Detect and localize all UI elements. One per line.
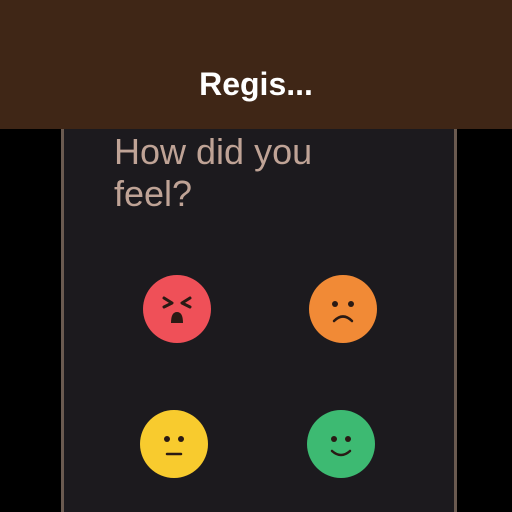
survey-question: How did you feel? xyxy=(114,131,313,214)
mood-survey-card: How did you feel? xyxy=(61,129,457,512)
happy-face-icon xyxy=(307,410,375,478)
mood-option-happy[interactable] xyxy=(306,409,376,479)
app-bar: Regis... xyxy=(0,0,512,129)
angry-face-icon xyxy=(143,275,211,343)
app-bar-title: Regis... xyxy=(199,66,313,102)
neutral-face-icon xyxy=(140,410,208,478)
mood-option-neutral[interactable] xyxy=(139,409,209,479)
sad-face-icon xyxy=(309,275,377,343)
mood-option-angry[interactable] xyxy=(142,274,212,344)
mood-option-sad[interactable] xyxy=(308,274,378,344)
app-screen: Regis... How did you feel? xyxy=(0,0,512,512)
